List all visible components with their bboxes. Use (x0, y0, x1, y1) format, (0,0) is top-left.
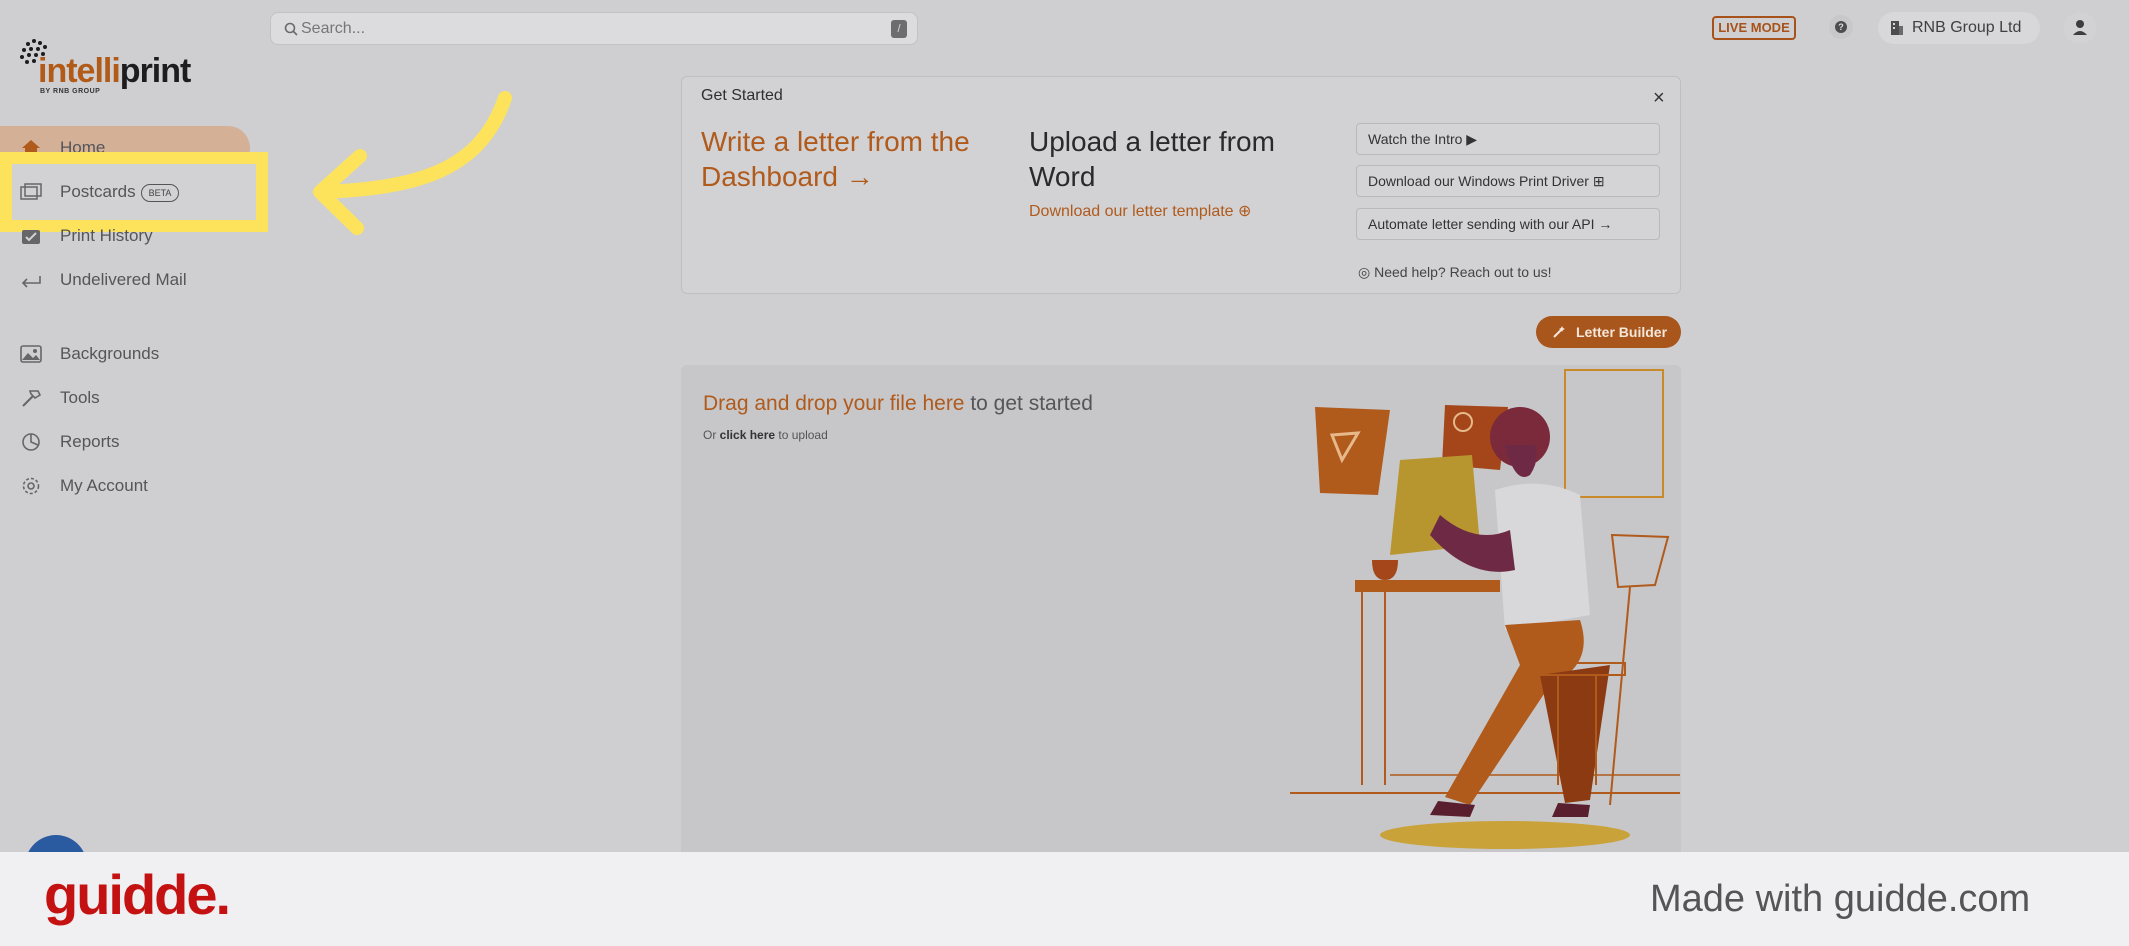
hammer-icon (22, 390, 42, 407)
close-icon[interactable]: × (1653, 87, 1665, 110)
upload-letter-heading: Upload a letter from Word (1029, 126, 1275, 192)
logo-wordmark: intelliprint (38, 52, 191, 90)
logo-tagline: BY RNB GROUP (40, 88, 101, 95)
automate-api-button[interactable]: Automate letter sending with our API → (1356, 208, 1660, 240)
sidebar-item-backgrounds[interactable]: Backgrounds (0, 335, 250, 373)
search-shortcut-key: / (891, 20, 907, 38)
click-here-link[interactable]: click here (720, 428, 775, 442)
sidebar-item-print-history[interactable]: Print History (0, 217, 250, 255)
made-with-text: Made with guidde.com (1650, 878, 2031, 920)
write-letter-link[interactable]: Write a letter from the Dashboard → (701, 124, 1021, 194)
click-upload-text: Or click here to upload (703, 428, 828, 442)
gear-icon (22, 477, 40, 495)
sidebar-item-my-account[interactable]: My Account (0, 467, 250, 505)
user-menu-button[interactable] (2064, 12, 2096, 44)
image-icon (20, 345, 42, 363)
search-placeholder: Search... (301, 20, 366, 37)
intelliprint-logo[interactable]: intelliprint BY RNB GROUP (18, 38, 208, 98)
live-mode-badge[interactable]: LIVE MODE (1712, 16, 1796, 40)
guidde-logo: guidde. (44, 863, 231, 926)
pie-chart-icon (22, 433, 40, 451)
need-help-link[interactable]: ◎ Need help? Reach out to us! (1358, 264, 1552, 281)
drag-drop-text: Drag and drop your file here to get star… (703, 392, 1093, 415)
download-print-driver-button[interactable]: Download our Windows Print Driver ⊞ (1356, 165, 1660, 197)
watch-intro-button[interactable]: Watch the Intro ▶ (1356, 123, 1660, 155)
sidebar-item-reports[interactable]: Reports (0, 423, 250, 461)
tutorial-arrow-icon (313, 91, 512, 235)
sidebar-item-undelivered-mail[interactable]: Undelivered Mail (0, 261, 250, 299)
postcard-icon (20, 183, 42, 200)
organization-name: RNB Group Ltd (1912, 19, 2022, 36)
search-icon (284, 22, 298, 36)
help-button[interactable]: ? (1829, 15, 1853, 39)
return-arrow-icon (21, 276, 41, 288)
organization-switcher[interactable]: RNB Group Ltd (1878, 12, 2040, 44)
sidebar-item-postcards[interactable]: Postcards (0, 173, 250, 211)
question-icon: ? (1835, 21, 1847, 33)
print-history-icon (22, 230, 40, 244)
download-template-link[interactable]: Download our letter template ⊕ (1029, 201, 1251, 221)
sidebar-item-tools[interactable]: Tools (0, 379, 250, 417)
user-icon (2073, 20, 2087, 35)
beta-badge: BETA (141, 184, 179, 202)
letter-builder-button[interactable]: Letter Builder (1536, 316, 1681, 348)
wand-icon (1553, 326, 1565, 338)
search-input[interactable]: Search... / (270, 12, 918, 45)
building-icon (1891, 21, 1903, 35)
person-at-desk-illustration (1290, 369, 1680, 849)
get-started-title: Get Started (701, 87, 783, 104)
